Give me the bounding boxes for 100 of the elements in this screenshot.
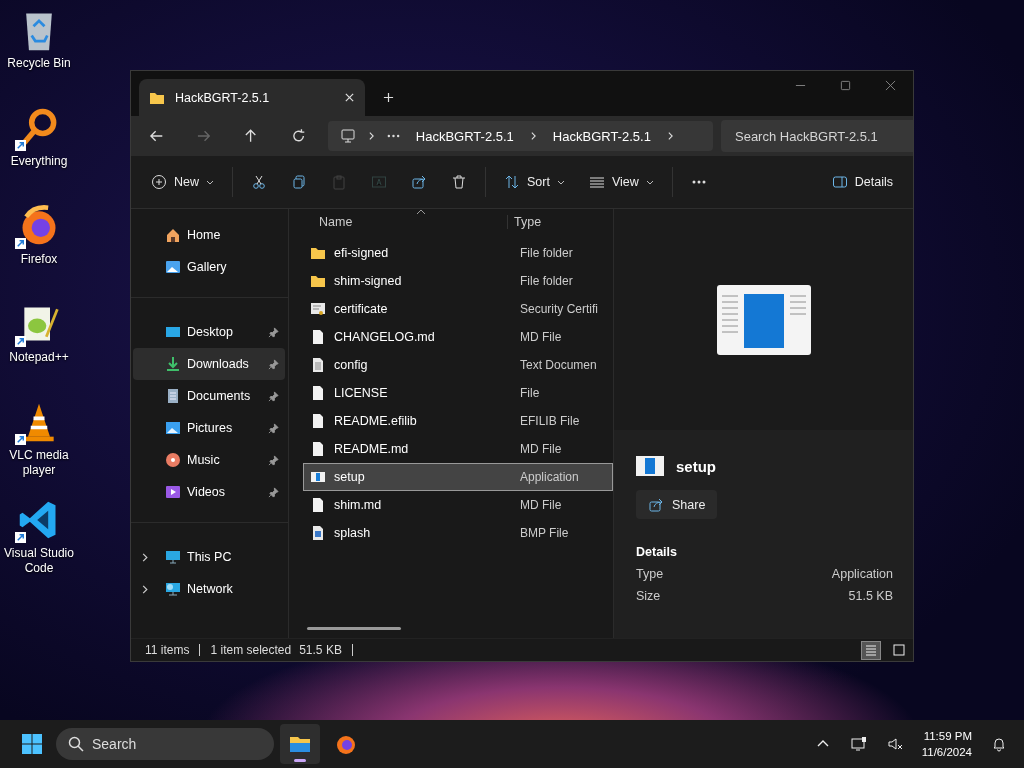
file-type: Text Documen: [520, 358, 597, 372]
sidebar-item[interactable]: Home: [133, 219, 285, 251]
start-icon[interactable]: [20, 732, 44, 756]
pin-icon[interactable]: [268, 422, 279, 434]
up-arrow-icon[interactable]: [243, 128, 259, 144]
property-value: Application: [831, 567, 893, 581]
file-type: MD File: [520, 442, 562, 456]
download-icon: [165, 356, 181, 372]
breadcrumb[interactable]: HackBGRT-2.5.1: [411, 128, 518, 144]
tab-title: HackBGRT-2.5.1: [175, 90, 271, 105]
file-row[interactable]: shim-signed File folder: [303, 267, 613, 295]
desktop-icon-label[interactable]: Notepad++: [1, 350, 77, 365]
file-row[interactable]: shim.md MD File: [303, 491, 613, 519]
maximize-icon[interactable]: [840, 80, 851, 91]
file-name: CHANGELOG.md: [334, 330, 436, 344]
caret-icon: [206, 179, 214, 185]
explorer-taskbar-button[interactable]: [280, 724, 320, 764]
pin-icon[interactable]: [268, 486, 279, 498]
back-arrow-icon[interactable]: [149, 128, 165, 144]
file-row[interactable]: splash BMP File: [303, 519, 613, 547]
pin-icon[interactable]: [268, 326, 279, 338]
view-button[interactable]: View: [578, 166, 664, 198]
pin-icon[interactable]: [268, 358, 279, 370]
folder-icon: [310, 273, 326, 289]
address-bar[interactable]: HackBGRT-2.5.1 HackBGRT-2.5.1: [327, 121, 713, 151]
sidebar-item[interactable]: Videos: [133, 476, 285, 508]
share-button[interactable]: Share: [636, 490, 718, 519]
file-icon: [310, 497, 326, 513]
file-row[interactable]: CHANGELOG.md MD File: [303, 323, 613, 351]
file-type: File: [520, 386, 540, 400]
desktop-icon-label[interactable]: Everything: [1, 154, 77, 169]
file-name: README.md: [334, 442, 410, 456]
desktop-icon-label[interactable]: Firefox: [1, 252, 77, 267]
sidebar-item[interactable]: Network: [133, 573, 285, 605]
more-icon[interactable]: [386, 134, 400, 138]
file-row[interactable]: certificate Security Certifi: [303, 295, 613, 323]
sort-button[interactable]: Sort: [494, 166, 575, 198]
selection-info: 1 item selected: [210, 643, 292, 657]
pin-icon[interactable]: [268, 454, 279, 466]
desktop-icon-label[interactable]: Visual Studio Code: [1, 546, 77, 576]
desktop-icon-label[interactable]: Recycle Bin: [1, 56, 77, 71]
panel-icon: [831, 174, 848, 190]
clipboard-icon: [331, 174, 347, 190]
desktop-icon-label[interactable]: VLC media player: [1, 448, 77, 478]
sidebar-item[interactable]: Gallery: [133, 251, 285, 283]
file-row[interactable]: efi-signed File folder: [303, 239, 613, 267]
text-icon: [310, 357, 326, 373]
file-title: setup: [676, 457, 716, 475]
file-name: shim.md: [334, 498, 383, 512]
pin-icon[interactable]: [268, 390, 279, 402]
gallery-icon: [165, 259, 181, 275]
rename-icon: [371, 174, 387, 190]
volume-muted-icon[interactable]: [886, 736, 903, 752]
chevron-right-icon[interactable]: [529, 131, 537, 141]
clock-date[interactable]: 11/6/2024: [921, 744, 972, 760]
new-button[interactable]: New: [141, 166, 224, 198]
picture-icon: [165, 420, 181, 436]
plus-circle-icon: [151, 174, 167, 190]
sidebar-item[interactable]: Desktop: [133, 316, 285, 348]
file-row[interactable]: LICENSE File: [303, 379, 613, 407]
scrollbar-thumb[interactable]: [307, 627, 401, 630]
file-row[interactable]: setup Application: [303, 463, 613, 491]
file-row[interactable]: README.efilib EFILIB File: [303, 407, 613, 435]
network-icon[interactable]: [850, 736, 867, 752]
new-tab-icon[interactable]: [383, 92, 394, 103]
chevron-right-icon[interactable]: [666, 131, 674, 141]
chevron-right-icon[interactable]: [141, 551, 149, 563]
search-field[interactable]: Search HackBGRT-2.5.1: [721, 120, 913, 152]
close-icon[interactable]: [885, 80, 896, 91]
share-icon: [648, 496, 664, 513]
caret-icon: [556, 179, 565, 185]
refresh-icon[interactable]: [290, 128, 306, 144]
sidebar-item[interactable]: Pictures: [133, 412, 285, 444]
sidebar-item[interactable]: Documents: [133, 380, 285, 412]
file-type: File folder: [520, 246, 573, 260]
breadcrumb[interactable]: HackBGRT-2.5.1: [548, 128, 655, 144]
sidebar-item[interactable]: Music: [133, 444, 285, 476]
type-column-header[interactable]: Type: [508, 215, 542, 229]
certificate-icon: [310, 301, 326, 317]
application-icon: [636, 456, 664, 476]
details-button[interactable]: Details: [821, 166, 903, 198]
caret-icon: [645, 179, 654, 185]
name-column-header[interactable]: Name: [289, 215, 508, 229]
folder-tab[interactable]: HackBGRT-2.5.1: [139, 79, 365, 116]
file-type: Security Certifi: [520, 302, 599, 316]
details-view-button[interactable]: [861, 640, 881, 660]
monitor-icon: [339, 128, 356, 144]
scissors-icon: [251, 174, 267, 190]
notification-bell-icon[interactable]: [991, 736, 1007, 752]
file-row[interactable]: config Text Documen: [303, 351, 613, 379]
copy-icon: [291, 174, 307, 190]
chevron-right-icon[interactable]: [141, 583, 149, 595]
list-view-icon: [864, 643, 878, 657]
file-row[interactable]: README.md MD File: [303, 435, 613, 463]
sidebar-item[interactable]: Downloads: [133, 348, 285, 380]
app-icon: [310, 469, 326, 485]
sidebar-item[interactable]: This PC: [133, 541, 285, 573]
clock-time[interactable]: 11:59 PM: [923, 728, 972, 744]
taskbar-search-field[interactable]: Search: [56, 728, 274, 760]
file-name: efi-signed: [334, 246, 390, 260]
